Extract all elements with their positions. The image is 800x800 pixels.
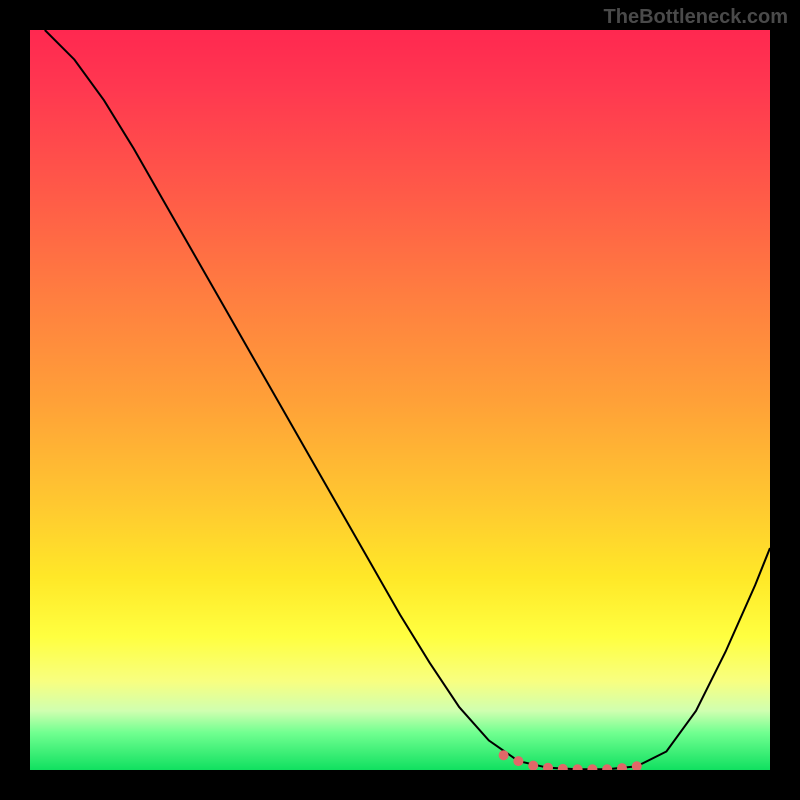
marker-point [632,761,642,770]
marker-point [602,764,612,770]
data-curve [45,30,770,769]
marker-group [499,750,642,770]
chart-frame: TheBottleneck.com [0,0,800,800]
marker-point [513,756,523,766]
marker-point [558,764,568,770]
marker-point [573,764,583,770]
marker-point [617,763,627,770]
marker-point [587,764,597,770]
chart-svg [30,30,770,770]
watermark-label: TheBottleneck.com [604,6,788,29]
marker-point [543,763,553,770]
marker-point [528,761,538,770]
marker-point [499,750,509,760]
